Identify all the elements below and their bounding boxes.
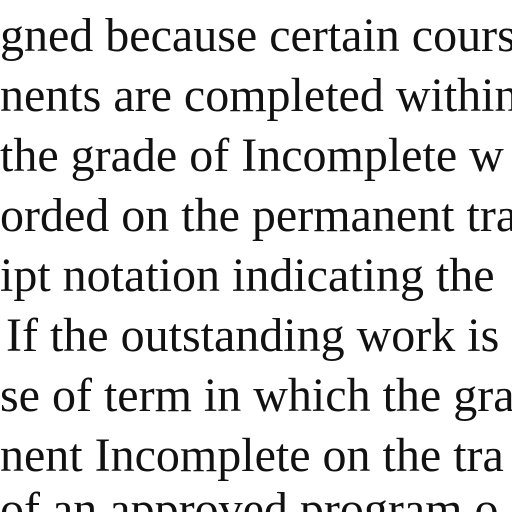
text-line: gned because certain course xyxy=(0,9,512,62)
text-line: the grade of Incomplete w xyxy=(0,129,504,182)
text-line: of an approved program o xyxy=(0,483,499,512)
text-line: ipt notation indicating the xyxy=(0,249,495,302)
text-line: se of term in which the gra xyxy=(0,369,512,422)
text-line: nent Incomplete on the tra xyxy=(0,429,504,482)
text-line: orded on the permanent tra xyxy=(0,189,512,242)
document-page: gned because certain course nents are co… xyxy=(0,0,512,512)
text-line: If the outstanding work is xyxy=(6,309,500,362)
text-line: nents are completed within xyxy=(0,69,512,122)
